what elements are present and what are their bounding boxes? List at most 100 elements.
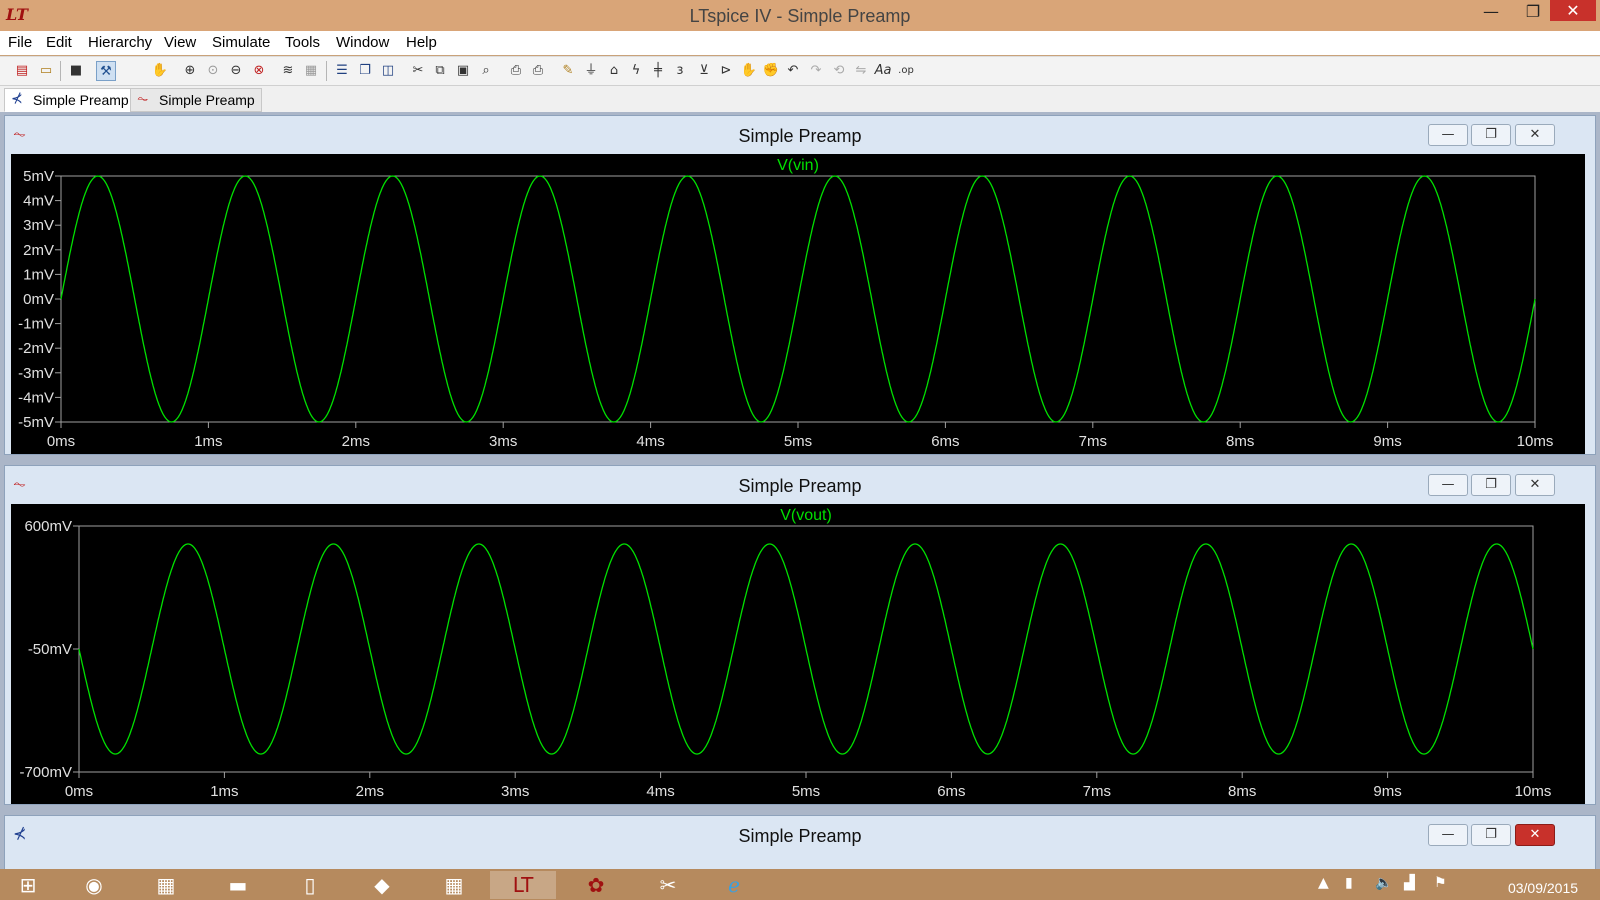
undo-icon[interactable]: ↶ — [783, 61, 803, 81]
app-icon[interactable]: ◆ — [362, 871, 402, 899]
tab-waveform[interactable]: ⏦ Simple Preamp — [130, 88, 262, 112]
menu-edit[interactable]: Edit — [46, 34, 72, 51]
pan-icon[interactable]: ✋ — [150, 61, 170, 81]
y-tick-label: -2mV — [18, 340, 54, 357]
print-icon[interactable]: ⎙ — [528, 61, 548, 81]
network-icon[interactable]: ◉ — [74, 871, 114, 899]
zoom-fit-icon[interactable]: ⊗ — [249, 61, 269, 81]
mirror-icon[interactable]: ⇋ — [851, 61, 871, 81]
tile-horizontal-icon[interactable]: ☰ — [332, 61, 352, 81]
x-tick-label: 1ms — [210, 783, 238, 800]
minimize-button[interactable]: — — [1468, 0, 1514, 24]
toolbar: ▤ ▭ ■ ⚒ ✋ ⊕ ⊙ ⊖ ⊗ ≋ ▦ ☰ ❐ ◫ ✂ ⧉ ▣ ⌕ ⎙ ⎙ … — [0, 56, 1600, 86]
action-center-icon[interactable]: ⚑ — [1434, 875, 1447, 891]
pane-minimize-button[interactable]: — — [1428, 474, 1468, 496]
y-tick-label: -700mV — [19, 764, 72, 781]
volume-icon[interactable]: 🔈 — [1375, 875, 1392, 891]
pane-title-bar[interactable]: ⊀ Simple Preamp — ❐ ✕ — [5, 816, 1595, 852]
y-tick-label: -5mV — [18, 414, 54, 431]
open-icon[interactable]: ▭ — [36, 61, 56, 81]
x-tick-label: 4ms — [646, 783, 674, 800]
x-tick-label: 5ms — [792, 783, 820, 800]
x-tick-label: 0ms — [47, 433, 75, 450]
print-preview-icon[interactable]: ⎙ — [506, 61, 526, 81]
plot-area[interactable]: 600mV -50mV -700mV 0ms 1ms 2ms 3ms 4ms 5ms 6ms 7ms… — [11, 504, 1585, 804]
diode-icon[interactable]: ⊻ — [694, 61, 714, 81]
new-schematic-icon[interactable]: ▤ — [12, 61, 32, 81]
cut-icon[interactable]: ✂ — [408, 61, 428, 81]
pane-minimize-button[interactable]: — — [1428, 124, 1468, 146]
menu-bar: File Edit Hierarchy View Simulate Tools … — [0, 31, 1600, 55]
x-tick-label: 6ms — [931, 433, 959, 450]
pane-title-bar[interactable]: ⏦ Simple Preamp — ❐ ✕ — [5, 116, 1595, 152]
schematic-window[interactable]: ⊀ Simple Preamp — ❐ ✕ — [4, 815, 1596, 875]
pane-minimize-button[interactable]: — — [1428, 824, 1468, 846]
x-tick-label: 8ms — [1226, 433, 1254, 450]
ltspice-icon[interactable]: LT — [490, 871, 556, 899]
text-icon[interactable]: Aa — [873, 61, 893, 81]
close-button[interactable]: ✕ — [1550, 0, 1596, 21]
menu-hierarchy[interactable]: Hierarchy — [88, 34, 152, 51]
zoom-out-icon[interactable]: ⊖ — [226, 61, 246, 81]
zoom-in-icon[interactable]: ⊕ — [180, 61, 200, 81]
battery-icon[interactable]: ▮ — [1345, 875, 1353, 891]
rotate-icon[interactable]: ⟲ — [829, 61, 849, 81]
control-panel-icon[interactable]: ⚒ — [96, 61, 116, 81]
y-tick-label: 1mV — [23, 266, 54, 283]
ground-icon[interactable]: ⏚ — [581, 61, 601, 81]
grid-icon[interactable]: ▦ — [301, 61, 321, 81]
show-hidden-icons-icon[interactable]: ▲ — [1318, 875, 1329, 891]
pane-maximize-button[interactable]: ❐ — [1471, 824, 1511, 846]
spice-directive-icon[interactable]: .op — [896, 61, 916, 81]
draw-wire-icon[interactable]: ✎ — [558, 61, 578, 81]
resistor-icon[interactable]: ϟ — [626, 61, 646, 81]
waveform-plot-vin[interactable]: 5mV 4mV 3mV 2mV 1mV 0mV -1mV -2mV -3mV -4mV -5mV 0m… — [11, 154, 1585, 454]
tile-vertical-icon[interactable]: ◫ — [378, 61, 398, 81]
save-icon[interactable]: ■ — [66, 61, 86, 81]
drag-icon[interactable]: ✊ — [761, 61, 781, 81]
document-tab-bar: ⊀ Simple Preamp ⏦ Simple Preamp — [0, 86, 1600, 112]
y-tick-label: 5mV — [23, 168, 54, 185]
menu-file[interactable]: File — [8, 34, 32, 51]
menu-help[interactable]: Help — [406, 34, 437, 51]
snipping-tool-icon[interactable]: ✂ — [648, 871, 688, 899]
pane-maximize-button[interactable]: ❐ — [1471, 474, 1511, 496]
pane-close-button[interactable]: ✕ — [1515, 824, 1555, 846]
label-net-icon[interactable]: ⌂ — [604, 61, 624, 81]
waveform-window-vout[interactable]: ⏦ Simple Preamp — ❐ ✕ 600mV -50mV -700mV 0m… — [4, 465, 1596, 805]
menu-view[interactable]: View — [164, 34, 196, 51]
component-icon[interactable]: ⊳ — [716, 61, 736, 81]
redo-icon[interactable]: ↷ — [806, 61, 826, 81]
autorange-icon[interactable]: ≋ — [278, 61, 298, 81]
find-icon[interactable]: ⌕ — [476, 61, 496, 81]
waveform-window-vin[interactable]: ⏦ Simple Preamp — ❐ ✕ 5mV 4mV 3mV 2mV 1mV 0mV… — [4, 115, 1596, 455]
waveform-plot-vout[interactable]: 600mV -50mV -700mV 0ms 1ms 2ms 3ms 4ms 5ms 6ms 7ms… — [11, 504, 1585, 804]
pane-maximize-button[interactable]: ❐ — [1471, 124, 1511, 146]
menu-tools[interactable]: Tools — [285, 34, 320, 51]
calculator-icon[interactable]: ▦ — [434, 871, 474, 899]
wifi-icon[interactable]: ▟ — [1404, 875, 1415, 891]
explorer-icon[interactable]: ▬ — [218, 871, 258, 899]
menu-window[interactable]: Window — [336, 34, 389, 51]
paste-icon[interactable]: ▣ — [453, 61, 473, 81]
taskbar-date[interactable]: 03/09/2015 — [1498, 880, 1588, 896]
capacitor-icon[interactable]: ╪ — [648, 61, 668, 81]
notepad-icon[interactable]: ▯ — [290, 871, 330, 899]
menu-simulate[interactable]: Simulate — [212, 34, 270, 51]
inductor-icon[interactable]: ɜ — [670, 61, 690, 81]
move-icon[interactable]: ✋ — [739, 61, 759, 81]
paint-icon[interactable]: ✿ — [576, 871, 616, 899]
x-tick-label: 2ms — [356, 783, 384, 800]
pane-close-button[interactable]: ✕ — [1515, 474, 1555, 496]
copy-icon[interactable]: ⧉ — [430, 61, 450, 81]
zoom-back-icon[interactable]: ⊙ — [203, 61, 223, 81]
windows-start-icon[interactable]: ⊞ — [8, 871, 48, 899]
pane-close-button[interactable]: ✕ — [1515, 124, 1555, 146]
plot-area[interactable]: 5mV 4mV 3mV 2mV 1mV 0mV -1mV -2mV -3mV -4mV -5mV 0m… — [11, 154, 1585, 454]
files-icon[interactable]: ▦ — [146, 871, 186, 899]
pane-title: Simple Preamp — [738, 826, 862, 846]
tab-schematic[interactable]: ⊀ Simple Preamp — [4, 88, 136, 112]
internet-explorer-icon[interactable]: ℯ — [714, 871, 754, 899]
pane-title-bar[interactable]: ⏦ Simple Preamp — ❐ ✕ — [5, 466, 1595, 502]
cascade-icon[interactable]: ❐ — [355, 61, 375, 81]
